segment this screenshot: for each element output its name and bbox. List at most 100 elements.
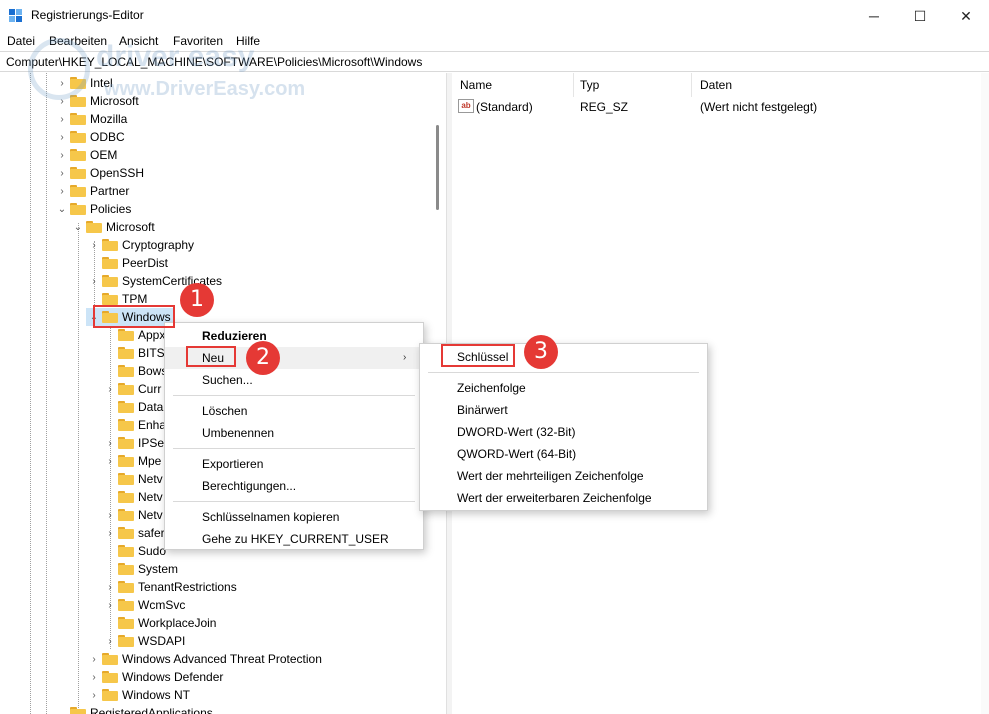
tree-item-netv-2[interactable]: Netv — [102, 488, 163, 506]
tree-item-windows-atp[interactable]: › Windows Advanced Threat Protection — [86, 650, 322, 668]
maximize-button[interactable]: ☐ — [897, 0, 943, 32]
submenu-item-qword[interactable]: QWORD-Wert (64-Bit) — [420, 443, 707, 465]
folder-icon — [118, 491, 134, 503]
chevron-right-icon[interactable]: › — [86, 668, 102, 686]
folder-icon — [118, 527, 134, 539]
list-scrollbar[interactable] — [981, 73, 989, 714]
tree-item-microsoft[interactable]: › Microsoft — [54, 92, 138, 110]
chevron-right-icon[interactable]: › — [86, 272, 102, 290]
tree-item-partner[interactable]: › Partner — [54, 182, 129, 200]
tree-item-sudo[interactable]: Sudo — [102, 542, 166, 560]
tree-item-netv-1[interactable]: Netv — [102, 470, 163, 488]
chevron-right-icon[interactable]: › — [86, 686, 102, 704]
close-button[interactable]: ✕ — [943, 0, 989, 32]
chevron-right-icon[interactable]: › — [102, 632, 118, 650]
chevron-right-icon[interactable]: › — [102, 380, 118, 398]
chevron-right-icon[interactable]: › — [86, 236, 102, 254]
chevron-down-icon[interactable]: ⌄ — [54, 200, 70, 218]
menu-item-permissions[interactable]: Berechtigungen... — [165, 475, 423, 497]
menu-item-find[interactable]: Suchen... — [165, 369, 423, 391]
chevron-right-icon[interactable]: › — [102, 596, 118, 614]
menu-item-export[interactable]: Exportieren — [165, 453, 423, 475]
submenu-item-multi-string[interactable]: Wert der mehrteiligen Zeichenfolge — [420, 465, 707, 487]
chevron-right-icon[interactable]: › — [54, 128, 70, 146]
folder-icon — [70, 203, 86, 215]
tree-item-system[interactable]: System — [102, 560, 178, 578]
column-header-data[interactable]: Daten — [692, 73, 982, 97]
highlight-windows-key — [93, 305, 175, 328]
menu-datei[interactable]: Datei — [7, 34, 35, 48]
tree-item-windows-nt[interactable]: › Windows NT — [86, 686, 190, 704]
chevron-right-icon[interactable]: › — [54, 110, 70, 128]
menu-ansicht[interactable]: Ansicht — [119, 34, 158, 48]
submenu-item-dword[interactable]: DWORD-Wert (32-Bit) — [420, 421, 707, 443]
chevron-right-icon[interactable]: › — [102, 434, 118, 452]
chevron-right-icon[interactable]: › — [102, 506, 118, 524]
tree-item-cryptography[interactable]: › Cryptography — [86, 236, 194, 254]
tree-item-bows[interactable]: Bows — [102, 362, 167, 380]
tree-item-wcmsvc[interactable]: › WcmSvc — [102, 596, 185, 614]
chevron-right-icon[interactable]: › — [54, 182, 70, 200]
tree-item-openssh[interactable]: › OpenSSH — [54, 164, 144, 182]
folder-icon — [70, 149, 86, 161]
menu-item-delete[interactable]: Löschen — [165, 400, 423, 422]
tree-item-netv-3[interactable]: › Netv — [102, 506, 162, 524]
tree-item-curr[interactable]: › Curr — [102, 380, 161, 398]
tree-item-wsdapi[interactable]: › WSDAPI — [102, 632, 185, 650]
chevron-right-icon[interactable]: › — [86, 650, 102, 668]
submenu-item-string[interactable]: Zeichenfolge — [420, 377, 707, 399]
tree-item-label: Partner — [90, 184, 130, 198]
tree-scrollbar-thumb[interactable] — [436, 125, 439, 210]
menu-item-goto-hkcu[interactable]: Gehe zu HKEY_CURRENT_USER — [165, 528, 423, 550]
submenu-item-binary[interactable]: Binärwert — [420, 399, 707, 421]
highlight-new-item — [186, 346, 236, 367]
callout-2: 2 — [246, 341, 280, 375]
submenu-item-expand-string[interactable]: Wert der erweiterbaren Zeichenfolge — [420, 487, 707, 509]
chevron-right-icon[interactable]: › — [54, 164, 70, 182]
chevron-right-icon[interactable]: › — [102, 524, 118, 542]
tree-item-peerdist[interactable]: PeerDist — [86, 254, 168, 272]
menu-bearbeiten[interactable]: Bearbeiten — [49, 34, 107, 48]
tree-item-label: Microsoft — [106, 220, 155, 234]
chevron-right-icon[interactable]: › — [54, 92, 70, 110]
tree-item-appx[interactable]: Appx — [102, 326, 165, 344]
tree-item-mozilla[interactable]: › Mozilla — [54, 110, 127, 128]
tree-item-bits[interactable]: BITS — [102, 344, 165, 362]
address-bar[interactable]: Computer\HKEY_LOCAL_MACHINE\SOFTWARE\Pol… — [0, 51, 989, 72]
tree-item-policies[interactable]: ⌄ Policies — [54, 200, 132, 218]
column-header-type[interactable]: Typ — [572, 73, 692, 97]
menu-item-collapse[interactable]: Reduzieren — [165, 325, 423, 347]
chevron-right-icon[interactable]: › — [102, 452, 118, 470]
chevron-right-icon[interactable]: › — [54, 74, 70, 92]
chevron-right-icon[interactable]: › — [54, 146, 70, 164]
tree-item-mpe[interactable]: › Mpe — [102, 452, 161, 470]
tree-item-ipsec[interactable]: › IPSec — [102, 434, 170, 452]
tree-item-label: WSDAPI — [138, 634, 186, 648]
tree-item-workplacejoin[interactable]: WorkplaceJoin — [102, 614, 216, 632]
tree-item-safer[interactable]: › safer — [102, 524, 164, 542]
tree-item-data[interactable]: Data — [102, 398, 163, 416]
tree-item-windows-defender[interactable]: › Windows Defender — [86, 668, 223, 686]
title-bar: Registrierungs-Editor ─ ☐ ✕ — [0, 0, 989, 32]
tree-item-intel[interactable]: › Intel — [54, 74, 113, 92]
tree-item-label: Appx — [138, 328, 166, 342]
menu-hilfe[interactable]: Hilfe — [236, 34, 260, 48]
tree-item-tenantrestrictions[interactable]: › TenantRestrictions — [102, 578, 236, 596]
menu-item-copy-key-name[interactable]: Schlüsselnamen kopieren — [165, 506, 423, 528]
menu-favoriten[interactable]: Favoriten — [173, 34, 223, 48]
address-path[interactable]: Computer\HKEY_LOCAL_MACHINE\SOFTWARE\Pol… — [6, 55, 422, 69]
tree-item-policies-microsoft[interactable]: ⌄ Microsoft — [70, 218, 155, 236]
minimize-button[interactable]: ─ — [851, 0, 897, 32]
tree-item-label: Windows Defender — [122, 670, 224, 684]
list-row[interactable]: ab (Standard) REG_SZ (Wert nicht festgel… — [452, 98, 982, 116]
column-header-name[interactable]: Name — [452, 73, 574, 97]
tree-item-enha[interactable]: Enha — [102, 416, 166, 434]
tree-item-registeredapplications[interactable]: RegisteredApplications — [54, 704, 213, 714]
chevron-down-icon[interactable]: ⌄ — [70, 218, 86, 236]
menu-item-rename[interactable]: Umbenennen — [165, 422, 423, 444]
tree-item-label: Intel — [90, 76, 113, 90]
tree-item-oem[interactable]: › OEM — [54, 146, 117, 164]
tree-item-odbc[interactable]: › ODBC — [54, 128, 125, 146]
chevron-right-icon[interactable]: › — [102, 578, 118, 596]
tree-item-label: ODBC — [90, 130, 125, 144]
